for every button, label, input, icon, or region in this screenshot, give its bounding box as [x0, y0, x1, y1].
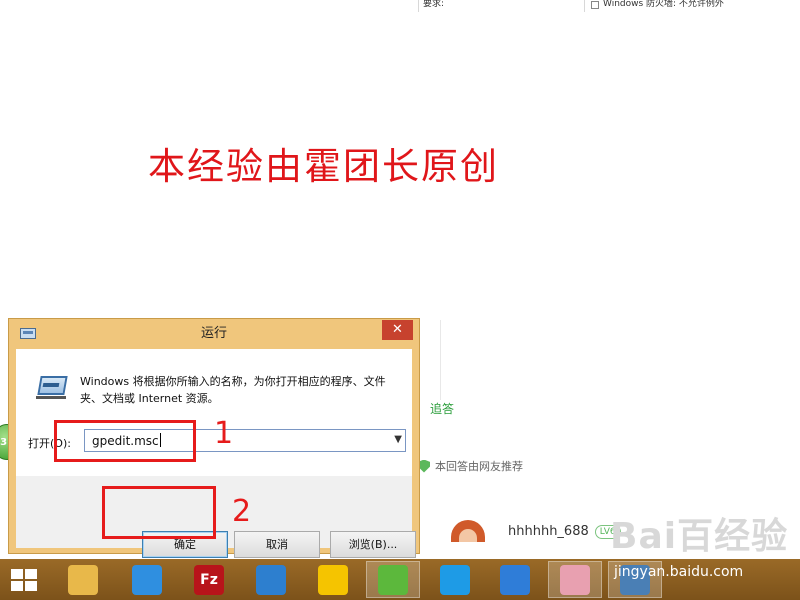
video-player-icon — [440, 564, 470, 595]
firewall-setting-label: Windows 防火墙: 不允许例外 — [603, 0, 724, 9]
taskbar-item[interactable] — [244, 561, 298, 598]
taskbar-item[interactable]: Fz — [182, 561, 236, 598]
author-watermark: 本经验由霍团长原创 — [148, 145, 499, 188]
policy-icon — [591, 1, 599, 9]
follow-up-answer-link[interactable]: 追答 — [430, 400, 454, 417]
run-description: Windows 将根据你所输入的名称，为你打开相应的程序、文件夹、文档或 Int… — [80, 375, 386, 405]
background-text-requirement: 要求: — [418, 0, 578, 12]
qq-music-icon — [318, 564, 348, 595]
close-button[interactable]: ✕ — [382, 320, 413, 340]
chat-avatar-icon — [560, 564, 590, 595]
baidu-cloud-icon — [132, 564, 162, 595]
annotation-box-ok — [102, 486, 216, 539]
annotation-step-1: 1 — [214, 416, 234, 451]
annotation-box-input — [54, 420, 196, 462]
run-dialog-titlebar[interactable]: 运行 ✕ — [9, 319, 419, 349]
filezilla-icon: Fz — [194, 564, 224, 595]
run-dialog-title: 运行 — [200, 326, 227, 341]
taskbar-item[interactable] — [306, 561, 360, 598]
search-tool-icon — [500, 564, 530, 595]
username-link[interactable]: hhhhhh_688 — [508, 524, 589, 539]
taskbar-item[interactable] — [120, 561, 174, 598]
recommend-text: 本回答由网友推荐 — [435, 460, 523, 473]
annotation-step-2: 2 — [232, 494, 252, 529]
chevron-down-icon[interactable]: ▼ — [394, 434, 402, 445]
taskbar-item[interactable] — [488, 561, 542, 598]
recommend-note: 本回答由网友推荐 — [418, 458, 523, 474]
file-explorer-icon — [68, 564, 98, 595]
green-app-icon — [378, 564, 408, 595]
background-divider — [440, 320, 441, 400]
taskbar-item[interactable] — [548, 561, 602, 598]
taskbar-item[interactable] — [366, 561, 420, 598]
answer-user: hhhhhh_688 LV6 — [508, 524, 621, 539]
background-firewall-setting: Windows 防火墙: 不允许例外 — [584, 0, 800, 12]
cancel-button[interactable]: 取消 — [234, 531, 320, 558]
start-button[interactable] — [11, 569, 38, 591]
baidu-url-watermark: jingyan.baidu.com — [614, 564, 744, 580]
baidu-logo-watermark: Bai百经验 — [610, 516, 789, 557]
run-program-icon — [36, 376, 68, 400]
user-avatar[interactable] — [451, 520, 485, 542]
taskbar-item[interactable] — [428, 561, 482, 598]
browser-globe-icon — [256, 564, 286, 595]
taskbar-item[interactable] — [56, 561, 110, 598]
browse-button[interactable]: 浏览(B)... — [330, 531, 416, 558]
